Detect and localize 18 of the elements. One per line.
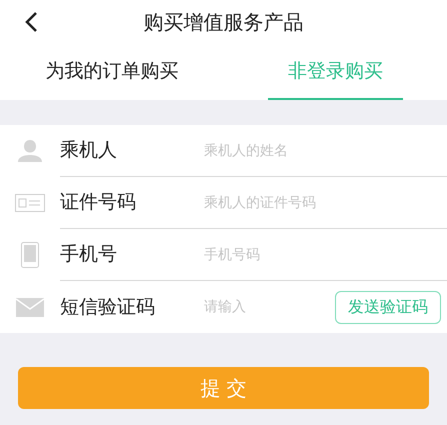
page-title: 购买增值服务产品 [144, 9, 304, 36]
tab[interactable]: 为我的订单购买 [25, 44, 198, 100]
input-field[interactable]: 手机号码 [204, 236, 441, 272]
input-field[interactable]: 乘机人的姓名 [204, 132, 441, 168]
field-label: 乘机人 [60, 138, 118, 164]
id-card-icon [15, 194, 45, 212]
field-label: 证件号码 [60, 190, 137, 216]
phone-icon [21, 242, 39, 268]
submit-button[interactable]: 提 交 [18, 367, 429, 409]
tab[interactable]: 非登录购买 [268, 44, 403, 100]
field-label: 短信验证码 [60, 294, 156, 320]
mail-icon [16, 298, 44, 316]
person-icon [16, 139, 44, 163]
back-icon[interactable] [24, 11, 38, 33]
input-field[interactable]: 乘机人的证件号码 [204, 184, 441, 220]
field-label: 手机号 [60, 242, 118, 268]
input-field[interactable]: 请输入 [204, 289, 335, 325]
send-code-button[interactable]: 发送验证码 [335, 290, 441, 324]
